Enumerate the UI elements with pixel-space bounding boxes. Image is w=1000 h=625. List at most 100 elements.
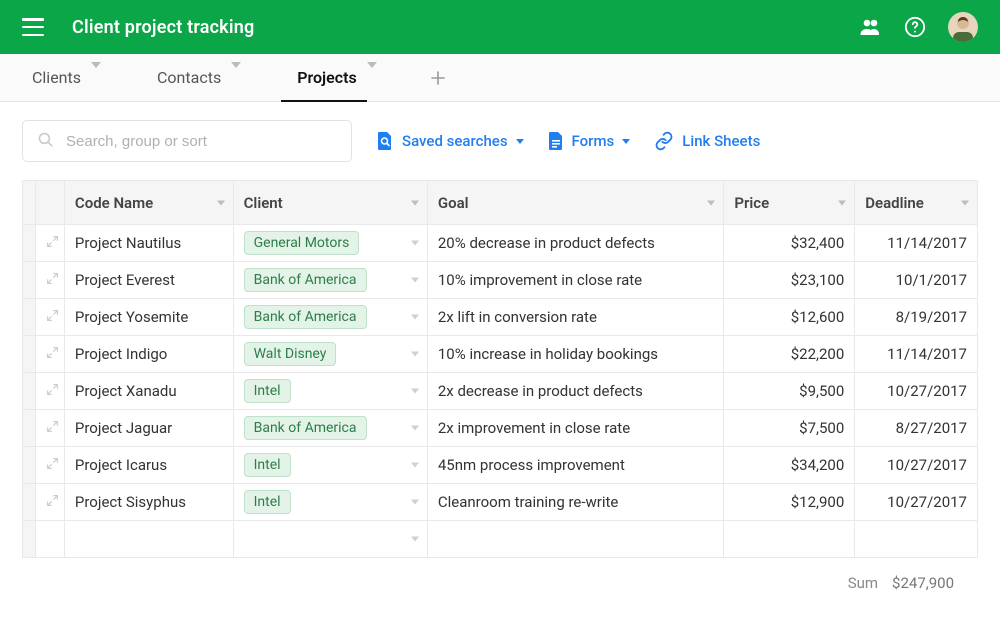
col-header-price[interactable]: Price (724, 181, 855, 225)
cell-code-name[interactable]: Project Jaguar (64, 410, 233, 447)
user-avatar[interactable] (948, 12, 978, 42)
menu-icon[interactable] (22, 18, 44, 36)
cell-goal[interactable]: 10% improvement in close rate (427, 262, 724, 299)
cell-code-name[interactable]: Project Xanadu (64, 373, 233, 410)
cell-client[interactable]: Intel (233, 484, 427, 521)
chevron-down-icon[interactable] (231, 68, 241, 87)
chevron-down-icon[interactable] (411, 278, 419, 283)
add-tab-button[interactable] (423, 54, 453, 101)
link-sheets-button[interactable]: Link Sheets (654, 131, 760, 151)
cell-code-name[interactable]: Project Everest (64, 262, 233, 299)
tab-clients[interactable]: Clients (22, 54, 111, 101)
cell-goal[interactable]: 10% increase in holiday bookings (427, 336, 724, 373)
help-icon[interactable] (904, 16, 926, 38)
table-row[interactable]: Project IndigoWalt Disney10% increase in… (23, 336, 978, 373)
cell-client[interactable]: Bank of America (233, 262, 427, 299)
table-row[interactable]: Project YosemiteBank of America2x lift i… (23, 299, 978, 336)
expand-row-icon[interactable] (36, 299, 65, 336)
cell-goal[interactable]: 2x decrease in product defects (427, 373, 724, 410)
cell-price[interactable]: $22,200 (724, 336, 855, 373)
cell-deadline[interactable]: 11/14/2017 (855, 336, 978, 373)
table-row[interactable]: Project NautilusGeneral Motors20% decrea… (23, 225, 978, 262)
cell-client[interactable]: General Motors (233, 225, 427, 262)
col-header-code-name[interactable]: Code Name (64, 181, 233, 225)
table-row[interactable]: Project EverestBank of America10% improv… (23, 262, 978, 299)
chevron-down-icon[interactable] (411, 352, 419, 357)
col-header-client[interactable]: Client (233, 181, 427, 225)
row-handle[interactable] (23, 410, 36, 447)
cell-client[interactable]: Intel (233, 373, 427, 410)
row-handle[interactable] (23, 299, 36, 336)
expand-row-icon[interactable] (36, 447, 65, 484)
cell-price[interactable]: $32,400 (724, 225, 855, 262)
col-header-goal[interactable]: Goal (427, 181, 724, 225)
tab-contacts[interactable]: Contacts (147, 54, 251, 101)
expand-row-icon[interactable] (36, 410, 65, 447)
chevron-down-icon[interactable] (367, 68, 377, 87)
table-row[interactable]: Project JaguarBank of America2x improvem… (23, 410, 978, 447)
row-handle[interactable] (23, 521, 36, 558)
cell-client[interactable]: Intel (233, 447, 427, 484)
chevron-down-icon[interactable] (411, 315, 419, 320)
expand-row-icon[interactable] (36, 225, 65, 262)
cell-goal[interactable]: 20% decrease in product defects (427, 225, 724, 262)
saved-searches-button[interactable]: Saved searches (376, 131, 524, 151)
cell-goal[interactable]: 45nm process improvement (427, 447, 724, 484)
row-handle[interactable] (23, 373, 36, 410)
table-row[interactable]: Project XanaduIntel2x decrease in produc… (23, 373, 978, 410)
cell-code-name[interactable]: Project Indigo (64, 336, 233, 373)
cell-price[interactable] (724, 521, 855, 558)
table-row-empty[interactable] (23, 521, 978, 558)
table-row[interactable]: Project IcarusIntel45nm process improvem… (23, 447, 978, 484)
expand-row-icon[interactable] (36, 373, 65, 410)
cell-goal[interactable]: 2x improvement in close rate (427, 410, 724, 447)
tab-projects[interactable]: Projects (287, 54, 387, 101)
cell-code-name[interactable]: Project Yosemite (64, 299, 233, 336)
cell-code-name[interactable] (64, 521, 233, 558)
cell-goal[interactable]: 2x lift in conversion rate (427, 299, 724, 336)
cell-client[interactable]: Bank of America (233, 410, 427, 447)
search-input-wrap[interactable] (22, 120, 352, 162)
cell-price[interactable]: $9,500 (724, 373, 855, 410)
cell-deadline[interactable]: 8/19/2017 (855, 299, 978, 336)
col-header-deadline[interactable]: Deadline (855, 181, 978, 225)
cell-price[interactable]: $7,500 (724, 410, 855, 447)
cell-deadline[interactable]: 10/1/2017 (855, 262, 978, 299)
table-row[interactable]: Project SisyphusIntelCleanroom training … (23, 484, 978, 521)
cell-goal[interactable]: Cleanroom training re-write (427, 484, 724, 521)
expand-row-icon[interactable] (36, 484, 65, 521)
expand-row-icon[interactable] (36, 262, 65, 299)
chevron-down-icon[interactable] (411, 537, 419, 542)
row-handle[interactable] (23, 484, 36, 521)
cell-code-name[interactable]: Project Sisyphus (64, 484, 233, 521)
row-handle[interactable] (23, 447, 36, 484)
cell-deadline[interactable]: 10/27/2017 (855, 373, 978, 410)
cell-client[interactable]: Walt Disney (233, 336, 427, 373)
cell-code-name[interactable]: Project Icarus (64, 447, 233, 484)
row-handle[interactable] (23, 262, 36, 299)
chevron-down-icon[interactable] (411, 500, 419, 505)
cell-client[interactable]: Bank of America (233, 299, 427, 336)
search-input[interactable] (66, 133, 337, 150)
cell-price[interactable]: $34,200 (724, 447, 855, 484)
cell-code-name[interactable]: Project Nautilus (64, 225, 233, 262)
cell-deadline[interactable]: 11/14/2017 (855, 225, 978, 262)
chevron-down-icon[interactable] (411, 389, 419, 394)
chevron-down-icon[interactable] (411, 426, 419, 431)
cell-deadline[interactable] (855, 521, 978, 558)
expand-row-icon[interactable] (36, 336, 65, 373)
chevron-down-icon[interactable] (411, 463, 419, 468)
cell-price[interactable]: $12,900 (724, 484, 855, 521)
cell-price[interactable]: $23,100 (724, 262, 855, 299)
row-handle[interactable] (23, 336, 36, 373)
forms-button[interactable]: Forms (548, 131, 631, 151)
cell-price[interactable]: $12,600 (724, 299, 855, 336)
cell-deadline[interactable]: 10/27/2017 (855, 447, 978, 484)
cell-client[interactable] (233, 521, 427, 558)
cell-deadline[interactable]: 8/27/2017 (855, 410, 978, 447)
share-icon[interactable] (858, 15, 882, 39)
chevron-down-icon[interactable] (91, 68, 101, 87)
chevron-down-icon[interactable] (411, 241, 419, 246)
cell-goal[interactable] (427, 521, 724, 558)
cell-deadline[interactable]: 10/27/2017 (855, 484, 978, 521)
